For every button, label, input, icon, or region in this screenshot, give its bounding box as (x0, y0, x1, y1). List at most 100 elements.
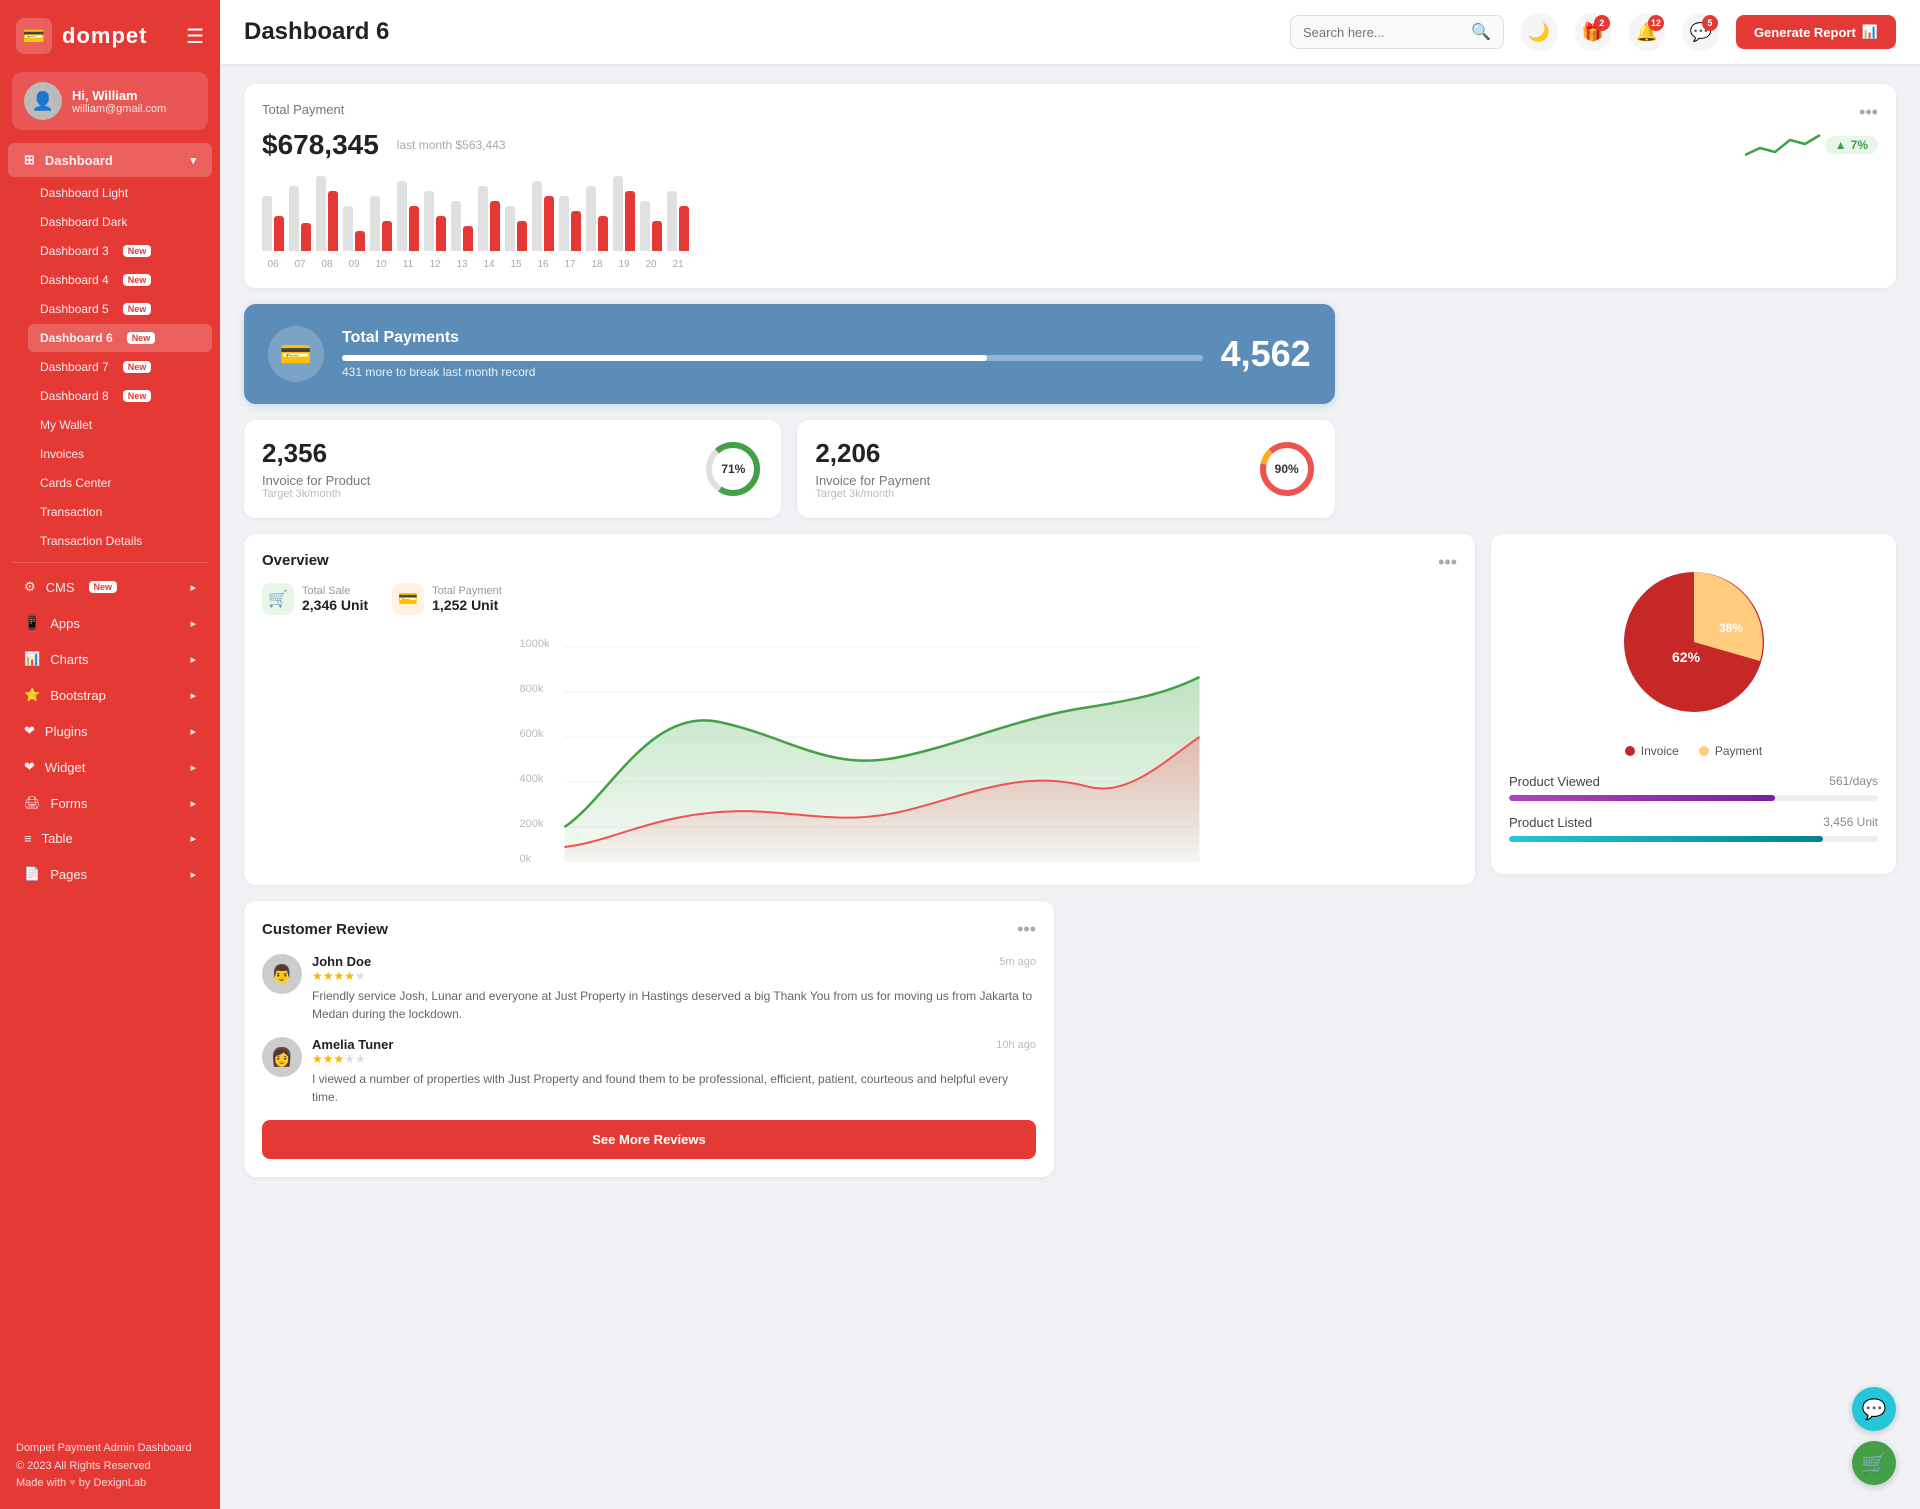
search-input[interactable] (1303, 25, 1463, 40)
sidebar-item-invoices[interactable]: Invoices (28, 440, 212, 468)
bar-group (586, 186, 608, 251)
user-name: Hi, William (72, 88, 166, 103)
bar-x-label: 21 (667, 259, 689, 270)
sidebar-item-dashboard-6[interactable]: Dashboard 6 New (28, 324, 212, 352)
avatar: 👤 (24, 82, 62, 120)
chevron-right-icon: ▸ (190, 581, 196, 594)
sidebar-item-table[interactable]: ≡ Table ▸ (8, 822, 212, 855)
sidebar-item-dashboard-4[interactable]: Dashboard 4 New (28, 266, 212, 294)
svg-text:600k: 600k (520, 728, 544, 740)
bar-red (598, 216, 608, 251)
widget-progress-bg (342, 355, 1203, 361)
item-label: Dashboard 8 (40, 389, 109, 403)
bar-group (559, 196, 581, 251)
sidebar-item-transaction-details[interactable]: Transaction Details (28, 527, 212, 555)
bar-group (478, 186, 500, 251)
customer-review-card: Customer Review ••• 👨 John Doe 5m ago ★★… (244, 901, 1054, 1177)
review-title: Customer Review (262, 921, 388, 938)
chevron-right-icon: ▸ (190, 725, 196, 738)
sidebar-item-dashboard-8[interactable]: Dashboard 8 New (28, 382, 212, 410)
bar-x-label: 17 (559, 259, 581, 270)
item-label: Dashboard Dark (40, 215, 127, 229)
chevron-right-icon: ▸ (190, 617, 196, 630)
bar-group (505, 206, 527, 251)
bar-grey (370, 196, 380, 251)
sidebar-item-dashboard-dark[interactable]: Dashboard Dark (28, 208, 212, 236)
bootstrap-icon: ⭐ (24, 687, 40, 703)
chat-btn[interactable]: 💬 5 (1682, 13, 1720, 51)
sidebar-item-dashboard-3[interactable]: Dashboard 3 New (28, 237, 212, 265)
sidebar-item-bootstrap[interactable]: ⭐ Bootstrap ▸ (8, 678, 212, 712)
product-stats: Product Viewed 561/days Product Listed 3… (1509, 774, 1878, 856)
sidebar-item-charts[interactable]: 📊 Charts ▸ (8, 642, 212, 676)
sidebar-item-dashboard-light[interactable]: Dashboard Light (28, 179, 212, 207)
payment-legend: Payment (1699, 744, 1762, 758)
sidebar-item-dashboard-5[interactable]: Dashboard 5 New (28, 295, 212, 323)
sidebar-item-dashboard-7[interactable]: Dashboard 7 New (28, 353, 212, 381)
pages-label: Pages (50, 867, 87, 882)
chevron-right-icon: ▸ (190, 689, 196, 702)
bar-red (328, 191, 338, 251)
plugins-label: Plugins (45, 724, 88, 739)
sidebar-item-pages[interactable]: 📄 Pages ▸ (8, 857, 212, 891)
item-label: Transaction (40, 505, 102, 519)
last-month: last month $563,443 (397, 138, 506, 152)
total-amount: $678,345 (262, 129, 379, 161)
bar-red (355, 231, 365, 251)
bar-x-label: 12 (424, 259, 446, 270)
theme-toggle-btn[interactable]: 🌙 (1520, 13, 1558, 51)
new-badge: New (123, 245, 152, 257)
sidebar-item-cards-center[interactable]: Cards Center (28, 469, 212, 497)
sidebar-item-plugins[interactable]: ❤ Plugins ▸ (8, 714, 212, 748)
bar-red (517, 221, 527, 251)
bar-x-label: 11 (397, 259, 419, 270)
sidebar-item-apps[interactable]: 📱 Apps ▸ (8, 606, 212, 640)
notification-btn[interactable]: 🔔 12 (1628, 13, 1666, 51)
star-rating: ★★★★★ (312, 1052, 1036, 1066)
star-rating: ★★★★★ (312, 969, 1036, 983)
overview-legend: 🛒 Total Sale 2,346 Unit 💳 Total Payment … (262, 583, 1457, 615)
review-content: Amelia Tuner 10h ago ★★★★★ I viewed a nu… (312, 1037, 1036, 1106)
gift-badge: 2 (1594, 15, 1610, 31)
cart-fab[interactable]: 🛒 (1852, 1441, 1896, 1485)
bar-red (490, 201, 500, 251)
item-label: Dashboard 3 (40, 244, 109, 258)
bar-grey (343, 206, 353, 251)
sidebar-item-cms[interactable]: ⚙ CMS New ▸ (8, 570, 212, 604)
hamburger-icon[interactable]: ☰ (186, 24, 204, 49)
row-1: Total Payment ••• $678,345 last month $5… (244, 84, 1896, 404)
sidebar-item-transaction[interactable]: Transaction (28, 498, 212, 526)
donut-chart-product: 71% (703, 439, 763, 499)
more-options-icon[interactable]: ••• (1017, 919, 1036, 940)
forms-icon: 🖨 (24, 795, 41, 811)
gift-btn[interactable]: 🎁 2 (1574, 13, 1612, 51)
product-listed-stat: Product Listed 3,456 Unit (1509, 815, 1878, 842)
support-fab[interactable]: 💬 (1852, 1387, 1896, 1431)
user-info: Hi, William william@gmail.com (72, 88, 166, 115)
see-more-reviews-button[interactable]: See More Reviews (262, 1120, 1036, 1159)
more-options-icon[interactable]: ••• (1859, 102, 1878, 123)
sidebar-item-dashboard[interactable]: ⊞ Dashboard ▾ (8, 143, 212, 177)
invoice-num: 2,356 (262, 438, 370, 469)
bar-x-label: 20 (640, 259, 662, 270)
item-label: Dashboard 7 (40, 360, 109, 374)
total-payments-widget: 💳 Total Payments 431 more to break last … (244, 304, 1335, 404)
sidebar-item-my-wallet[interactable]: My Wallet (28, 411, 212, 439)
apps-icon: 📱 (24, 615, 40, 631)
sidebar-item-forms[interactable]: 🖨 Forms ▸ (8, 786, 212, 820)
sidebar-user[interactable]: 👤 Hi, William william@gmail.com (12, 72, 208, 130)
chevron-right-icon: ▸ (190, 797, 196, 810)
generate-report-button[interactable]: Generate Report 📊 (1736, 15, 1896, 49)
invoice-legend: Invoice (1625, 744, 1679, 758)
bar-grey (640, 201, 650, 251)
more-options-icon[interactable]: ••• (1438, 552, 1457, 573)
bar-group (370, 196, 392, 251)
legend-label: Total Sale (302, 585, 368, 597)
sidebar-item-widget[interactable]: ❤ Widget ▸ (8, 750, 212, 784)
item-label: Dashboard Light (40, 186, 128, 200)
chat-badge: 5 (1702, 15, 1718, 31)
row2-spacer (1351, 420, 1896, 518)
widget-label: Widget (45, 760, 85, 775)
search-icon[interactable]: 🔍 (1471, 22, 1491, 42)
charts-label: Charts (50, 652, 88, 667)
